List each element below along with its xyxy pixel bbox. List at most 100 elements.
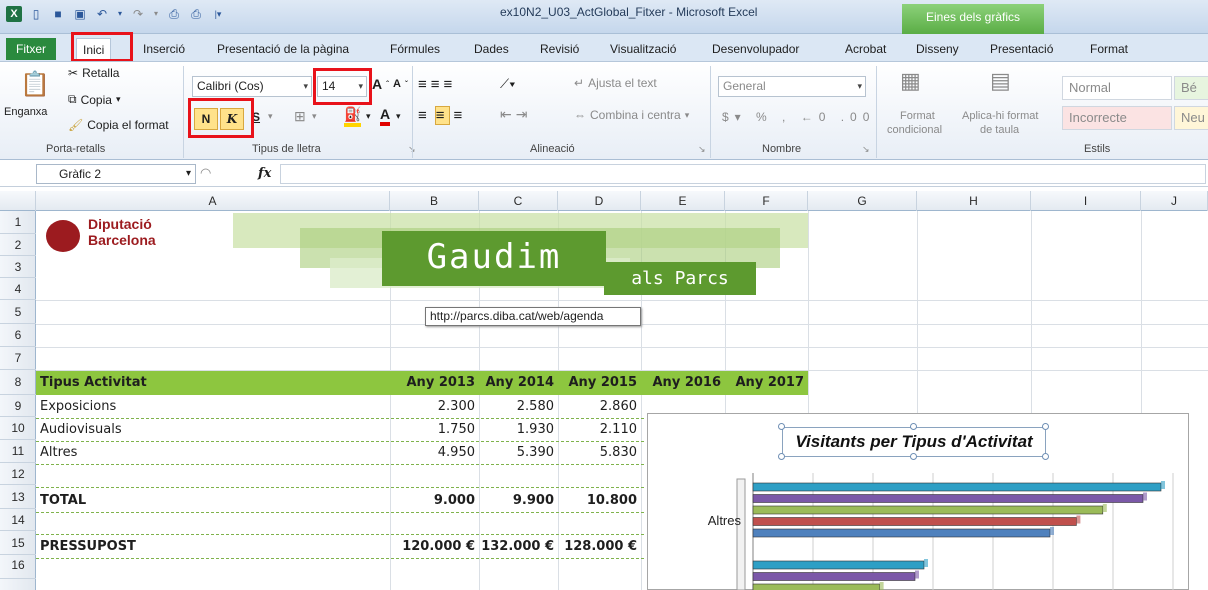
table-cell[interactable]: 1.930 — [479, 419, 554, 441]
row-header[interactable]: 5 — [0, 300, 36, 324]
budget-label[interactable]: PRESSUPOST — [40, 536, 136, 558]
total-cell[interactable]: 9.900 — [479, 490, 554, 512]
tab-chart-design[interactable]: Disseny — [916, 39, 959, 59]
row-header[interactable]: 10 — [0, 417, 36, 440]
tab-developer[interactable]: Desenvolupador — [712, 39, 799, 59]
redo-dropdown-icon[interactable]: ▾ — [152, 6, 160, 22]
table-cell[interactable]: 2.580 — [479, 396, 554, 418]
bold-button[interactable]: N — [194, 108, 218, 130]
table-cell[interactable]: 5.830 — [558, 442, 637, 464]
header-cell[interactable]: Any 2016 — [641, 372, 722, 394]
table-cell[interactable]: 1.750 — [390, 419, 475, 441]
vertical-align-icons[interactable]: ≡≡≡ — [418, 76, 456, 93]
budget-cell[interactable]: 132.000 € — [479, 536, 554, 558]
font-color-icon[interactable]: A — [380, 106, 391, 126]
quick-print-icon[interactable]: ⎙ — [188, 6, 204, 22]
save-icon[interactable]: ■ — [50, 6, 66, 22]
customize-toolbar-icon[interactable]: |▾ — [210, 6, 226, 22]
column-header-b[interactable]: B — [390, 191, 479, 211]
format-as-table-label1[interactable]: Aplica-hi format — [962, 110, 1038, 122]
number-format-icons[interactable]: $▾ % , ←0 .00 — [722, 110, 875, 124]
row-header[interactable]: 12 — [0, 463, 36, 485]
column-header-j[interactable]: J — [1141, 191, 1208, 211]
total-cell[interactable]: 10.800 — [558, 490, 637, 512]
row-header[interactable]: 2 — [0, 234, 36, 256]
row-header[interactable]: 4 — [0, 278, 36, 300]
row-header[interactable]: 3 — [0, 256, 36, 278]
table-cell[interactable]: 5.390 — [479, 442, 554, 464]
tab-page-layout[interactable]: Presentació de la pàgina — [217, 39, 349, 59]
header-cell[interactable]: Any 2017 — [725, 372, 805, 394]
chevron-down-icon[interactable]: ▾ — [312, 111, 317, 122]
select-all-corner[interactable] — [0, 191, 36, 211]
column-header-c[interactable]: C — [479, 191, 558, 211]
table-cell[interactable]: 2.110 — [558, 419, 637, 441]
conditional-format-label2[interactable]: condicional — [887, 124, 942, 136]
redo-icon[interactable]: ↷ — [130, 6, 146, 22]
orientation-icon[interactable]: ⟋▾ — [500, 76, 515, 92]
column-header-a[interactable]: A — [36, 191, 390, 211]
copy-button[interactable]: ⧉ Copia ▾ — [68, 92, 120, 107]
borders-icon[interactable]: ⊞ — [294, 108, 306, 125]
header-cell[interactable]: Any 2014 — [479, 372, 555, 394]
fill-color-icon[interactable]: ⛽ — [344, 106, 362, 127]
table-row-label[interactable]: Altres — [40, 442, 77, 464]
style-neutral[interactable]: Neu — [1174, 106, 1208, 130]
italic-button[interactable]: K — [220, 108, 244, 130]
formula-input[interactable] — [280, 164, 1206, 184]
tab-acrobat[interactable]: Acrobat — [845, 39, 886, 59]
row-header[interactable]: 13 — [0, 485, 36, 509]
column-header-g[interactable]: G — [808, 191, 917, 211]
formula-cancel-icon[interactable]: ◠ — [200, 165, 211, 181]
header-cell[interactable]: Any 2015 — [558, 372, 638, 394]
document-icon[interactable]: ▯ — [28, 6, 44, 22]
paste-button[interactable]: Enganxa — [4, 106, 47, 118]
style-bad[interactable]: Incorrecte — [1062, 106, 1172, 130]
row-header[interactable]: 16 — [0, 555, 36, 579]
table-row-label[interactable]: Exposicions — [40, 396, 116, 418]
dialog-launcher-icon[interactable]: ↘ — [698, 144, 706, 155]
style-good[interactable]: Bé — [1174, 76, 1208, 100]
grow-font-icon[interactable]: Aˆ — [372, 76, 389, 92]
total-label[interactable]: TOTAL — [40, 490, 86, 512]
row-header[interactable]: 8 — [0, 370, 36, 395]
function-icon[interactable]: fx — [258, 166, 271, 181]
indent-icons[interactable]: ⇤⇥ — [500, 106, 531, 123]
budget-cell[interactable]: 128.000 € — [558, 536, 637, 558]
header-cell[interactable]: Tipus Activitat — [40, 372, 147, 394]
tab-chart-format[interactable]: Format — [1090, 39, 1128, 59]
name-box[interactable]: Gràfic 2 ▾ — [36, 164, 196, 184]
tab-chart-layout[interactable]: Presentació — [990, 39, 1053, 59]
font-size-dropdown[interactable]: 14 ▾ — [317, 76, 367, 97]
row-header[interactable]: 11 — [0, 440, 36, 463]
undo-icon[interactable]: ↶ — [94, 6, 110, 22]
number-format-dropdown[interactable]: General ▾ — [718, 76, 866, 97]
tab-file[interactable]: Fitxer — [6, 38, 56, 60]
column-header-e[interactable]: E — [641, 191, 725, 211]
column-header-h[interactable]: H — [917, 191, 1031, 211]
format-as-table-icon[interactable]: ▤ — [990, 68, 1011, 94]
row-header[interactable]: 7 — [0, 347, 36, 370]
undo-dropdown-icon[interactable]: ▾ — [116, 6, 124, 22]
excel-logo-icon[interactable]: X — [6, 6, 22, 22]
format-painter-button[interactable]: 🖌 Copia el format — [68, 118, 169, 132]
dialog-launcher-icon[interactable]: ↘ — [862, 144, 870, 155]
save-as-icon[interactable]: ▣ — [72, 6, 88, 22]
print-preview-icon[interactable]: ⎙ — [166, 6, 182, 22]
chevron-down-icon[interactable]: ▾ — [366, 111, 371, 122]
cut-button[interactable]: ✂ Retalla — [68, 66, 119, 80]
format-as-table-label2[interactable]: de taula — [980, 124, 1019, 136]
column-header-d[interactable]: D — [558, 191, 641, 211]
column-header-i[interactable]: I — [1031, 191, 1141, 211]
wrap-text-button[interactable]: ↵ Ajusta el text — [574, 76, 657, 90]
table-row-label[interactable]: Audiovisuals — [40, 419, 122, 441]
table-cell[interactable]: 2.860 — [558, 396, 637, 418]
budget-cell[interactable]: 120.000 € — [390, 536, 475, 558]
row-header[interactable]: 6 — [0, 324, 36, 347]
tab-view[interactable]: Visualització — [610, 39, 676, 59]
row-header[interactable]: 15 — [0, 531, 36, 555]
chevron-down-icon[interactable]: ▾ — [396, 111, 401, 122]
horizontal-align-icons[interactable]: ≡ ≡ ≡ — [418, 106, 466, 125]
row-header[interactable]: 9 — [0, 395, 36, 417]
column-header-f[interactable]: F — [725, 191, 808, 211]
